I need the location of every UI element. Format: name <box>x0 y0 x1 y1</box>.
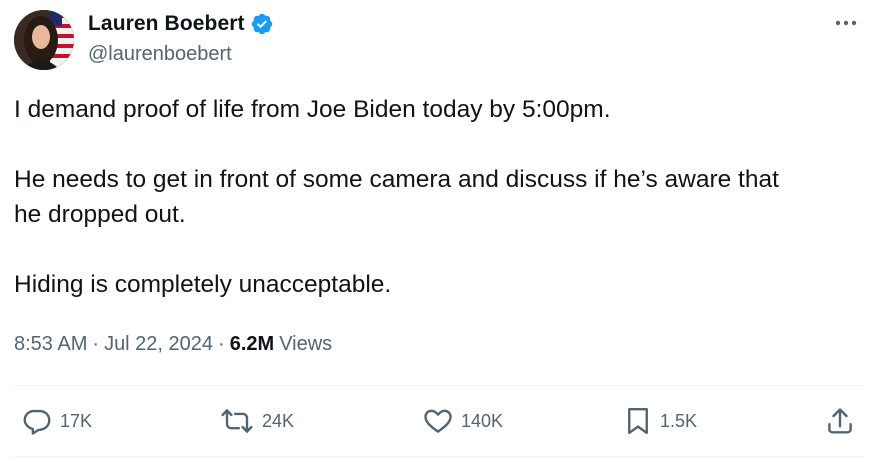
action-bar: 17K 24K 140K 1.5K <box>0 403 881 439</box>
divider <box>14 385 864 386</box>
verified-badge-icon[interactable] <box>250 12 274 36</box>
heart-icon <box>423 406 453 436</box>
share-icon <box>825 406 855 436</box>
reply-count: 17K <box>60 410 93 431</box>
views-label: Views <box>279 333 333 355</box>
tweet-time[interactable]: 8:53 AM <box>14 333 87 356</box>
tweet-paragraph: I demand proof of life from Joe Biden to… <box>14 96 611 123</box>
author-display-name[interactable]: Lauren Boebert <box>88 12 245 36</box>
repost-button[interactable]: 24K <box>220 403 294 439</box>
meta-separator: · <box>92 333 100 355</box>
tweet-meta: 8:53 AM · Jul 22, 2024 · 6.2M Views <box>14 333 332 356</box>
bookmark-count: 1.5K <box>660 410 698 431</box>
meta-separator: · <box>218 333 225 355</box>
like-button[interactable]: 140K <box>423 403 503 439</box>
tweet-text: I demand proof of life from Joe Biden to… <box>14 92 864 302</box>
tweet-card: Lauren Boebert @laurenboebert I demand p… <box>0 0 881 458</box>
bookmark-button[interactable]: 1.5K <box>624 403 697 439</box>
repost-icon <box>220 406 254 436</box>
author-name-row: Lauren Boebert <box>88 11 274 37</box>
reply-icon <box>22 406 52 436</box>
bookmark-icon <box>624 406 652 436</box>
reply-button[interactable]: 17K <box>22 403 92 439</box>
share-button[interactable] <box>825 403 855 439</box>
more-icon[interactable] <box>831 10 861 36</box>
repost-count: 24K <box>262 410 295 431</box>
tweet-paragraph: Hiding is completely unacceptable. <box>14 271 392 298</box>
tweet-paragraph: He needs to get in front of some camera … <box>14 166 779 228</box>
avatar-image <box>14 10 74 70</box>
author-handle[interactable]: @laurenboebert <box>88 43 232 66</box>
divider <box>14 456 864 457</box>
tweet-date[interactable]: Jul 22, 2024 <box>104 333 213 356</box>
like-count: 140K <box>461 410 504 431</box>
views-count: 6.2M <box>229 333 275 355</box>
avatar[interactable] <box>14 10 74 70</box>
